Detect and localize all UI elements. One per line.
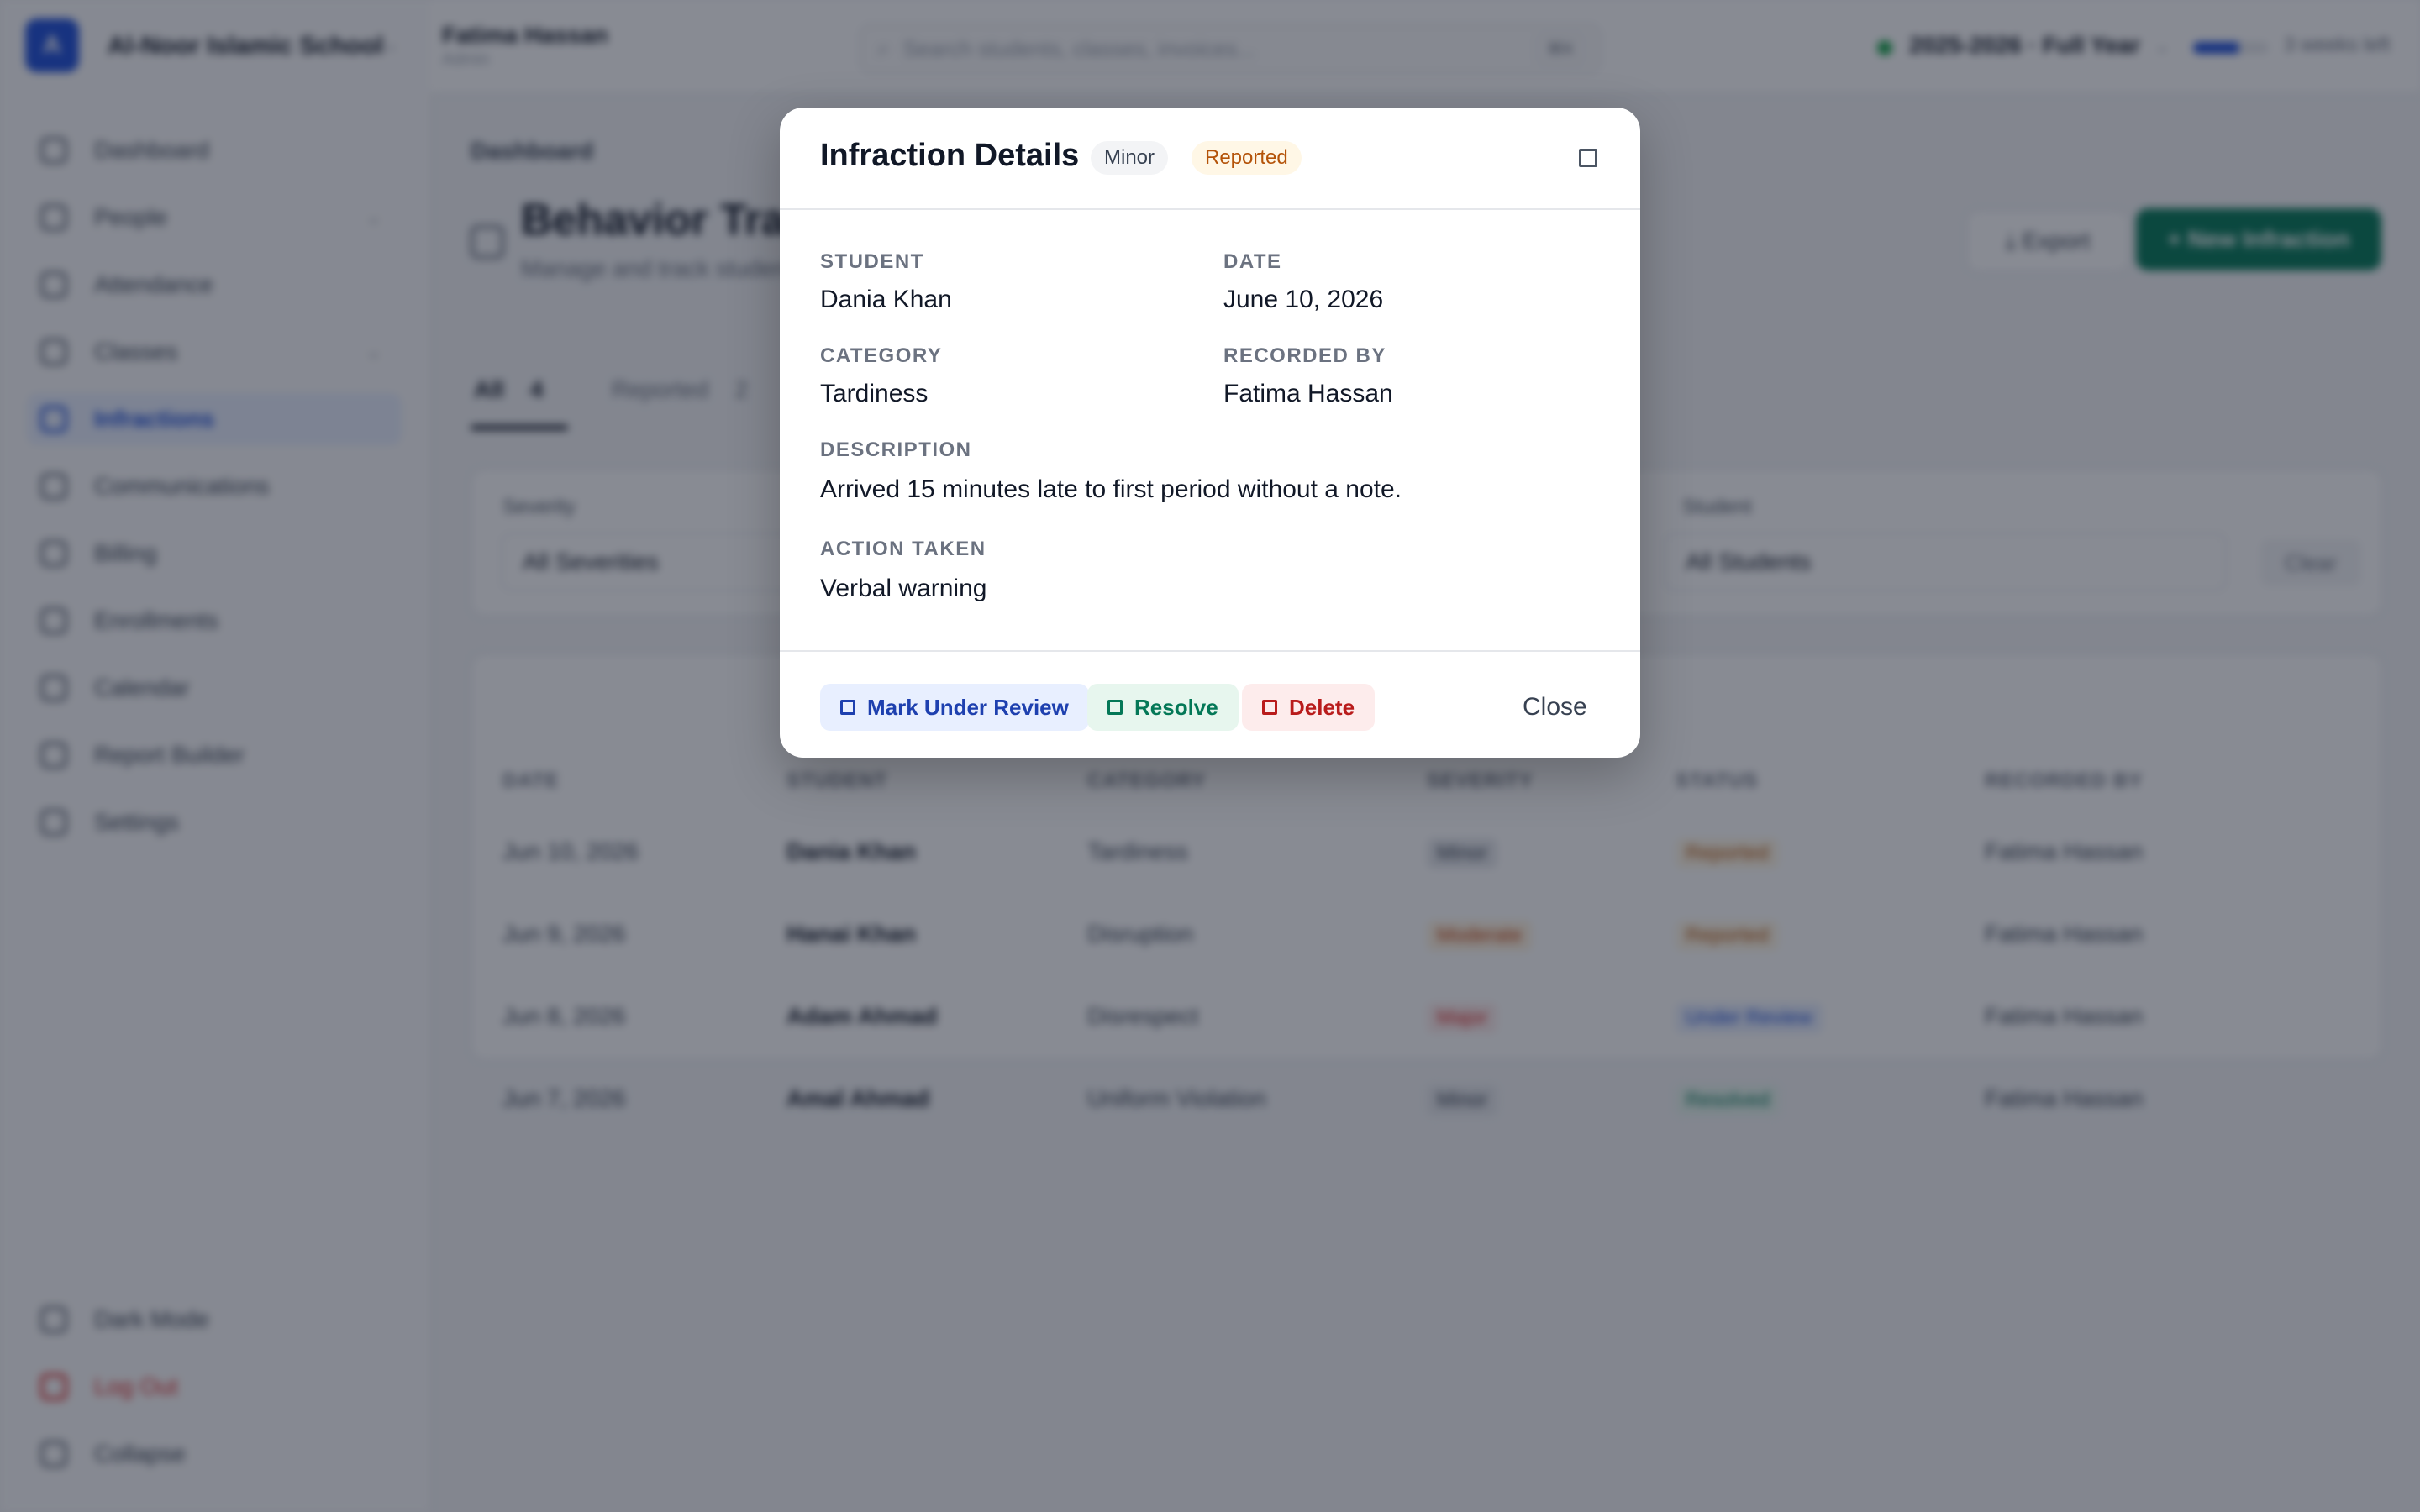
- modal-title: Infraction Details: [820, 138, 1080, 173]
- close-icon[interactable]: [1579, 149, 1597, 167]
- description-label: DESCRIPTION: [820, 438, 972, 461]
- date-label: DATE: [1223, 250, 1282, 273]
- student-label: STUDENT: [820, 250, 924, 273]
- category-value: Tardiness: [820, 380, 929, 407]
- delete-label: Delete: [1289, 694, 1355, 720]
- modal-footer: Mark Under Review Resolve Delete Close: [780, 650, 1640, 758]
- student-value: Dania Khan: [820, 286, 952, 313]
- status-badge: Reported: [1192, 141, 1302, 175]
- infraction-details-modal: Infraction Details Minor Reported STUDEN…: [780, 108, 1640, 758]
- mark-under-review-label: Mark Under Review: [867, 694, 1069, 720]
- resolve-button[interactable]: Resolve: [1087, 684, 1239, 731]
- date-value: June 10, 2026: [1223, 286, 1384, 313]
- action-taken-label: ACTION TAKEN: [820, 538, 986, 560]
- recorded-by-value: Fatima Hassan: [1223, 380, 1393, 407]
- trash-icon: [1262, 700, 1277, 715]
- check-icon: [1107, 700, 1123, 715]
- modal-header: Infraction Details Minor Reported: [780, 108, 1640, 210]
- close-button[interactable]: Close: [1509, 684, 1601, 731]
- review-icon: [840, 700, 855, 715]
- resolve-label: Resolve: [1134, 694, 1218, 720]
- action-taken-value: Verbal warning: [820, 575, 987, 602]
- category-label: CATEGORY: [820, 344, 943, 367]
- recorded-by-label: RECORDED BY: [1223, 344, 1386, 367]
- mark-under-review-button[interactable]: Mark Under Review: [820, 684, 1089, 731]
- delete-button[interactable]: Delete: [1242, 684, 1376, 731]
- severity-badge: Minor: [1091, 141, 1169, 175]
- description-value: Arrived 15 minutes late to first period …: [820, 475, 1402, 503]
